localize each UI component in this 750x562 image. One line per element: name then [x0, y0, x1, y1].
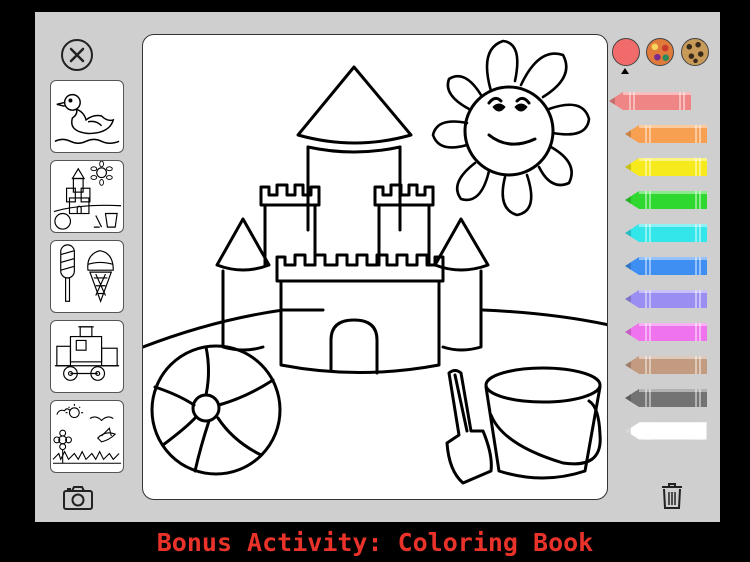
thumbnail-train[interactable] — [50, 320, 124, 393]
crayon-cyan[interactable] — [625, 221, 707, 245]
crayon-purple-icon — [625, 290, 707, 308]
crayon-magenta[interactable] — [625, 320, 707, 344]
crayon-salmon[interactable] — [609, 89, 691, 113]
crayon-tan[interactable] — [625, 353, 707, 377]
crayon-magenta-icon — [625, 323, 707, 341]
crayon-gray-icon — [625, 389, 707, 407]
trash-icon — [662, 483, 682, 509]
ice-cream-picture-icon — [60, 244, 114, 303]
sandcastle-picture-icon — [53, 161, 122, 230]
crayon-yellow-icon — [625, 158, 707, 176]
garden-picture-icon — [52, 403, 122, 464]
swatch-pattern-leopard[interactable] — [681, 38, 709, 66]
crayon-blue[interactable] — [625, 254, 707, 278]
thumbnail-ice-cream[interactable] — [50, 240, 124, 313]
swatch-solid-coral[interactable] — [612, 38, 640, 66]
crayon-blue-icon — [625, 257, 707, 275]
crayon-purple[interactable] — [625, 287, 707, 311]
close-button[interactable] — [60, 38, 94, 72]
sandcastle-picture — [143, 39, 607, 485]
crayon-green[interactable] — [625, 188, 707, 212]
crayon-white-icon — [624, 421, 708, 441]
crayon-orange-icon — [625, 125, 707, 143]
crayon-tan-icon — [625, 356, 707, 374]
crayon-white[interactable] — [624, 419, 708, 443]
crayon-green-icon — [625, 191, 707, 209]
duck-picture-icon — [54, 93, 120, 144]
crayon-salmon-icon — [609, 92, 691, 110]
trash-button[interactable] — [660, 482, 684, 510]
crayon-cyan-icon — [625, 224, 707, 242]
thumbnail-garden[interactable] — [50, 400, 124, 473]
train-picture-icon — [54, 326, 120, 381]
crayon-orange[interactable] — [625, 122, 707, 146]
thumbnail-duck[interactable] — [50, 80, 124, 153]
coloring-canvas[interactable] — [142, 34, 608, 500]
activity-caption: Bonus Activity: Coloring Book — [156, 528, 594, 557]
thumbnail-sandcastle[interactable] — [50, 160, 124, 233]
camera-icon — [63, 486, 93, 510]
camera-button[interactable] — [62, 485, 94, 511]
crayon-gray[interactable] — [625, 386, 707, 410]
close-icon — [61, 39, 93, 71]
selected-swatch-marker — [621, 68, 629, 74]
swatch-pattern-dots[interactable] — [646, 38, 674, 66]
crayon-yellow[interactable] — [625, 155, 707, 179]
